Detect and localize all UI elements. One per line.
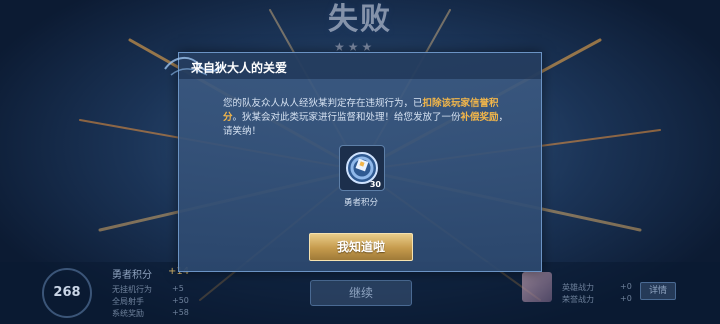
stats-title: 勇者积分: [112, 270, 152, 281]
avatar: [522, 272, 552, 302]
item-count: 30: [369, 180, 381, 189]
stats-row-label: 无挂机行为: [112, 285, 152, 294]
stats-row-value: +58: [172, 308, 189, 317]
score-circle: 268: [42, 268, 92, 318]
continue-button[interactable]: 继续: [310, 280, 412, 306]
power-row-value: +0: [620, 282, 632, 291]
stats-row: 系统奖励 +58: [112, 308, 192, 319]
confirm-button[interactable]: 我知道啦: [309, 233, 413, 261]
item-label: 勇者积分: [343, 198, 378, 208]
message-text: 。狄某会对此类玩家进行监督和处理！给您发放了一份: [232, 112, 461, 123]
dialog-message: 您的队友众人从人经狄某判定存在违规行为，已扣除该玩家信誉积分。狄某会对此类玩家进…: [223, 97, 513, 139]
stats-row-value: +50: [172, 296, 189, 305]
result-title: 失败: [328, 2, 392, 37]
compensation-dialog: 来自狄大人的关爱 您的队友众人从人经狄某判定存在违规行为，已扣除该玩家信誉积分。…: [164, 52, 542, 272]
detail-button[interactable]: 详情: [640, 282, 676, 300]
power-row-label: 英雄战力: [562, 283, 594, 292]
power-row-label: 荣誉战力: [562, 295, 594, 304]
dialog-title: 来自狄大人的关爱: [191, 61, 288, 75]
stats-row: 全局射手 +50: [112, 296, 192, 307]
message-text: 您的队友众人从人经狄某判定存在违规行为，已: [223, 98, 423, 109]
message-highlight: 补偿奖励: [460, 112, 499, 123]
stats-row: 无挂机行为 +5: [112, 284, 192, 295]
stats-row-value: +5: [172, 284, 184, 293]
power-row: 英雄战力 +0: [562, 282, 642, 293]
stats-row-label: 系统奖励: [112, 309, 144, 318]
power-row: 荣誉战力 +0: [562, 294, 642, 305]
power-row-value: +0: [620, 294, 632, 303]
stats-row-label: 全局射手: [112, 297, 144, 306]
